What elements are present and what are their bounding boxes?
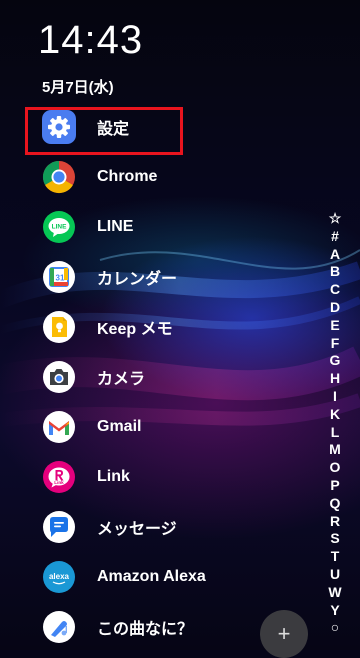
app-line[interactable]: LINE LINE xyxy=(24,205,304,249)
alpha-index-r[interactable]: R xyxy=(325,513,345,531)
clock-time: 14:43 xyxy=(38,18,144,62)
app-label: Amazon Alexa xyxy=(97,568,206,585)
gmail-icon xyxy=(42,410,76,444)
alpha-index-q[interactable]: Q xyxy=(325,495,345,513)
add-button[interactable]: + xyxy=(260,610,308,658)
alpha-index-m[interactable]: M xyxy=(325,441,345,459)
camera-icon xyxy=(42,360,76,394)
alpha-index-d[interactable]: D xyxy=(325,299,345,317)
rakuten-link-icon: Link xyxy=(42,460,76,494)
alpha-index-hash[interactable]: # xyxy=(325,228,345,246)
alpha-index-w[interactable]: W xyxy=(325,584,345,602)
app-calendar[interactable]: 31 カレンダー xyxy=(24,255,304,299)
alpha-index-h[interactable]: H xyxy=(325,370,345,388)
alpha-index-s[interactable]: S xyxy=(325,530,345,548)
alpha-index-l[interactable]: L xyxy=(325,424,345,442)
app-label: Gmail xyxy=(97,418,142,435)
alpha-index-other[interactable]: ○ xyxy=(325,619,345,637)
app-label: Keep メモ xyxy=(97,321,173,338)
app-messages[interactable]: メッセージ xyxy=(24,505,304,549)
app-label: この曲なに？ xyxy=(97,621,194,638)
alexa-icon-text: alexa xyxy=(49,572,70,581)
calendar-icon: 31 xyxy=(42,260,76,294)
line-icon-text: LINE xyxy=(52,224,67,231)
app-label: カメラ xyxy=(97,371,146,388)
alpha-index-c[interactable]: C xyxy=(325,281,345,299)
app-keep[interactable]: Keep メモ xyxy=(24,305,304,349)
alpha-index-u[interactable]: U xyxy=(325,566,345,584)
app-label: カレンダー xyxy=(97,271,178,288)
messages-icon xyxy=(42,510,76,544)
app-label: メッセージ xyxy=(97,521,177,538)
app-amazon-alexa[interactable]: alexa Amazon Alexa xyxy=(24,555,304,599)
alpha-index-e[interactable]: E xyxy=(325,317,345,335)
date-label: 5月7日(水) xyxy=(42,79,114,96)
sound-search-icon xyxy=(42,610,76,644)
alpha-index-t[interactable]: T xyxy=(325,548,345,566)
alpha-index-o[interactable]: O xyxy=(325,459,345,477)
line-icon: LINE xyxy=(42,210,76,244)
app-label: Chrome xyxy=(97,168,158,185)
chrome-icon xyxy=(42,160,76,194)
app-link[interactable]: Link Link xyxy=(24,455,304,499)
calendar-icon-text: 31 xyxy=(56,274,65,283)
alpha-index-g[interactable]: G xyxy=(325,352,345,370)
app-gmail[interactable]: Gmail xyxy=(24,405,304,449)
plus-icon: + xyxy=(277,621,291,646)
app-camera[interactable]: カメラ xyxy=(24,355,304,399)
alpha-index-k[interactable]: K xyxy=(325,406,345,424)
alphabet-index[interactable]: ☆ # A B C D E F G H I K L M O P Q R S T … xyxy=(325,210,345,637)
alpha-index-f[interactable]: F xyxy=(325,335,345,353)
highlight-box xyxy=(25,107,183,155)
alpha-index-p[interactable]: P xyxy=(325,477,345,495)
keep-icon xyxy=(42,310,76,344)
app-label: Link xyxy=(97,468,130,485)
link-icon-text: Link xyxy=(54,480,64,485)
app-chrome[interactable]: Chrome xyxy=(24,155,304,199)
app-label: LINE xyxy=(97,218,134,235)
alpha-index-star[interactable]: ☆ xyxy=(325,210,345,228)
alpha-index-b[interactable]: B xyxy=(325,263,345,281)
alpha-index-a[interactable]: A xyxy=(325,246,345,264)
alpha-index-i[interactable]: I xyxy=(325,388,345,406)
alexa-icon: alexa xyxy=(42,560,76,594)
alpha-index-y[interactable]: Y xyxy=(325,602,345,620)
